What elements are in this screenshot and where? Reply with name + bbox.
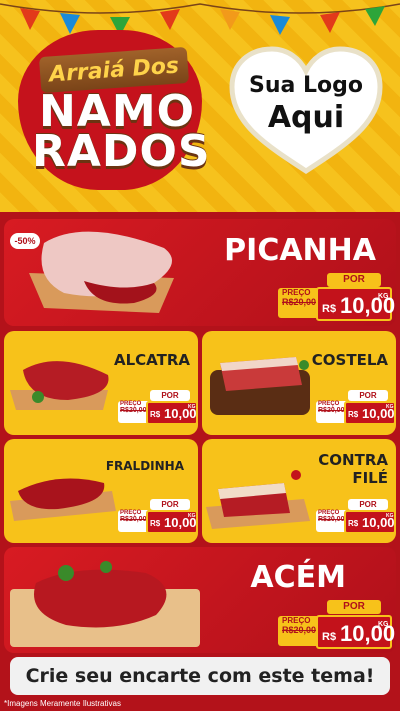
acem-meat-image xyxy=(10,561,200,647)
product-name-costela: COSTELA xyxy=(311,351,388,369)
product-name-contra-file: CONTRA FILÉ xyxy=(302,451,388,487)
currency-label: R$ xyxy=(150,410,161,419)
cta-banner[interactable]: Crie seu encarte com este tema! xyxy=(10,657,390,695)
arraia-dos-namorados-logo: Arraiá Dos NAMO RADOS xyxy=(10,22,210,200)
product-card-costela: COSTELA POR PREÇO R$20,00 R$ 10,00 KG xyxy=(202,331,396,435)
product-card-alcatra: ALCATRA POR PREÇO R$20,00 R$ 10,00 KG xyxy=(4,331,198,435)
new-price-box: R$ 10,00 KG xyxy=(146,510,198,534)
old-price: R$20,00 xyxy=(318,516,345,523)
new-price-box: R$ 10,00 KG xyxy=(316,615,395,649)
unit-label: KG xyxy=(386,404,394,410)
currency-label: R$ xyxy=(348,410,359,419)
new-price-box: R$ 10,00 KG xyxy=(344,510,396,534)
unit-label: KG xyxy=(378,293,389,300)
por-label: POR xyxy=(348,499,388,510)
old-price: R$20,00 xyxy=(120,407,147,414)
por-label: POR xyxy=(348,390,388,401)
old-price: R$20,00 xyxy=(282,297,317,307)
currency-label: R$ xyxy=(322,303,337,315)
brand-line-2: RADOS xyxy=(32,126,211,177)
unit-label: KG xyxy=(188,404,196,410)
por-label: POR xyxy=(327,273,381,287)
costela-meat-image xyxy=(210,357,310,415)
por-label: POR xyxy=(150,499,190,510)
product-name-picanha: PICANHA xyxy=(224,233,376,268)
new-price-box: R$ 10,00 KG xyxy=(344,401,396,425)
por-label: POR xyxy=(150,390,190,401)
product-card-contra-file: CONTRA FILÉ POR PREÇO R$20,00 R$ 10,00 K… xyxy=(202,439,396,543)
logo-placeholder: Sua Logo Aqui xyxy=(226,72,386,136)
picanha-meat-image xyxy=(29,231,174,313)
currency-label: R$ xyxy=(322,631,337,643)
product-name-fraldinha: FRALDINHA xyxy=(105,459,184,473)
new-price-box: R$ 10,00 KG xyxy=(316,287,395,321)
brand-top-text: Arraiá Dos xyxy=(48,52,180,88)
currency-label: R$ xyxy=(348,519,359,528)
brand-title: NAMO RADOS xyxy=(32,90,211,177)
product-name-acem: ACÉM xyxy=(250,560,346,595)
product-name-line-2: FILÉ xyxy=(352,469,388,487)
logo-line-2: Aqui xyxy=(267,100,345,135)
unit-label: KG xyxy=(188,513,196,519)
discount-badge: -50% xyxy=(10,233,40,249)
disclaimer-note: *Imagens Meramente Ilustrativas xyxy=(4,699,121,708)
product-card-fraldinha: FRALDINHA POR PREÇO R$20,00 R$ 10,00 KG xyxy=(4,439,198,543)
new-price-box: R$ 10,00 KG xyxy=(146,401,198,425)
old-price: R$20,00 xyxy=(120,516,147,523)
por-label: POR xyxy=(327,600,381,614)
logo-line-1: Sua Logo xyxy=(248,73,363,98)
header-banner: Arraiá Dos NAMO RADOS Sua Logo Aqui xyxy=(0,0,400,212)
old-price: R$20,00 xyxy=(318,407,345,414)
unit-label: KG xyxy=(386,513,394,519)
currency-label: R$ xyxy=(150,519,161,528)
product-name-line-1: CONTRA xyxy=(318,451,388,469)
product-name-alcatra: ALCATRA xyxy=(113,351,190,369)
alcatra-meat-image xyxy=(10,361,109,410)
old-price: R$20,00 xyxy=(282,625,317,635)
unit-label: KG xyxy=(378,621,389,628)
contra-file-meat-image xyxy=(206,470,310,529)
